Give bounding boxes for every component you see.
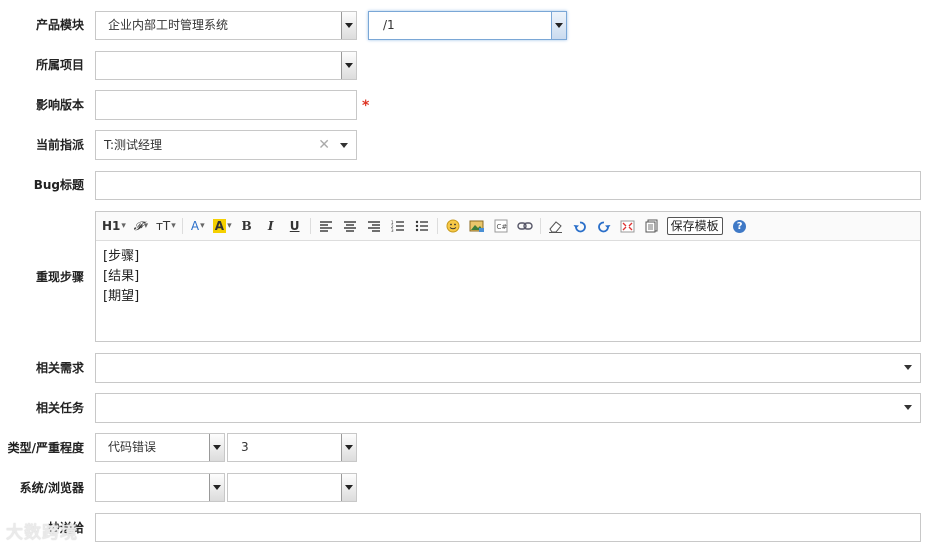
story-select[interactable] [95,353,921,383]
help-icon-glyph: ? [733,219,747,233]
project-label: 所属项目 [35,58,84,72]
template-icon[interactable] [643,216,661,236]
chevron-down-icon[interactable] [904,365,912,370]
os-select[interactable] [95,473,225,502]
product-module-select[interactable]: 企业内部工时管理系统 [95,11,357,40]
toolbar-divider [309,218,311,234]
os-browser-label: 系统/浏览器 [19,481,84,495]
unordered-list-icon[interactable] [413,216,431,236]
steps-label: 重现步骤 [35,270,84,284]
heading-button[interactable]: H1 [102,216,126,236]
version-label: 影响版本 [35,98,84,112]
story-label: 相关需求 [35,361,84,375]
project-select[interactable] [95,51,357,80]
bold-button[interactable]: B [238,216,256,236]
redo-icon[interactable] [595,216,613,236]
toolbar-divider [539,218,541,234]
bg-color-label: A [212,219,227,233]
product-module-value: 企业内部工时管理系统 [108,18,229,32]
chevron-down-icon[interactable] [340,143,348,148]
emoticon-icon[interactable] [444,216,462,236]
version-input[interactable] [95,90,357,120]
steps-editor[interactable]: H1 𝓕 тT A A B I U 123 C# 保存模板 ? [步骤] [结果… [95,211,921,342]
steps-line: [步骤] [103,249,140,264]
chevron-down-icon[interactable] [341,434,356,461]
module-path-select[interactable]: /1 [368,11,567,40]
close-icon[interactable]: ✕ [318,131,330,159]
align-right-icon[interactable] [365,216,383,236]
type-severity-label: 类型/严重程度 [7,441,84,455]
code-icon[interactable]: C# [492,216,510,236]
bg-color-button[interactable]: A [212,216,232,236]
chevron-down-icon[interactable] [551,12,566,39]
editor-content[interactable]: [步骤] [结果] [期望] [96,241,920,313]
task-select[interactable] [95,393,921,423]
undo-icon[interactable] [571,216,589,236]
toolbar-divider [436,218,438,234]
result-line: [结果] [103,269,140,284]
expect-line: [期望] [103,289,140,304]
fullscreen-icon[interactable] [619,216,637,236]
browser-select[interactable] [227,473,357,502]
type-select[interactable]: 代码错误 [95,433,225,462]
severity-select[interactable]: 3 [227,433,357,462]
chevron-down-icon[interactable] [341,52,356,79]
align-left-icon[interactable] [317,216,335,236]
assign-label: 当前指派 [35,138,84,152]
severity-value: 3 [241,440,249,454]
assign-value: T:测试经理 [104,138,163,152]
underline-button[interactable]: U [286,216,304,236]
watermark-logo: 大数跨境 [6,523,78,543]
chevron-down-icon[interactable] [209,474,224,501]
ordered-list-icon[interactable]: 123 [389,216,407,236]
editor-toolbar: H1 𝓕 тT A A B I U 123 C# 保存模板 ? [96,212,920,241]
align-center-icon[interactable] [341,216,359,236]
required-mark: * [362,98,370,114]
help-icon[interactable]: ? [731,216,749,236]
bug-title-input[interactable] [95,171,921,200]
link-icon[interactable] [516,216,534,236]
product-module-label: 产品模块 [35,18,84,32]
font-family-button[interactable]: 𝓕 [132,216,150,236]
chevron-down-icon[interactable] [341,474,356,501]
save-template-button[interactable]: 保存模板 [666,217,723,235]
bug-title-label: Bug标题 [33,178,84,192]
image-icon[interactable] [468,216,486,236]
cc-input[interactable] [95,513,921,542]
svg-text:3: 3 [391,228,394,232]
assign-select[interactable]: T:测试经理 ✕ [95,130,357,160]
font-color-button[interactable]: A [189,216,207,236]
type-value: 代码错误 [108,440,157,454]
eraser-icon[interactable] [547,216,565,236]
task-label: 相关任务 [35,401,84,415]
chevron-down-icon[interactable] [209,434,224,461]
italic-button[interactable]: I [262,216,280,236]
svg-text:C#: C# [496,223,507,231]
toolbar-divider [181,218,183,234]
module-path-value: /1 [383,18,395,32]
font-size-button[interactable]: тT [156,216,176,236]
chevron-down-icon[interactable] [904,405,912,410]
chevron-down-icon[interactable] [341,12,356,39]
